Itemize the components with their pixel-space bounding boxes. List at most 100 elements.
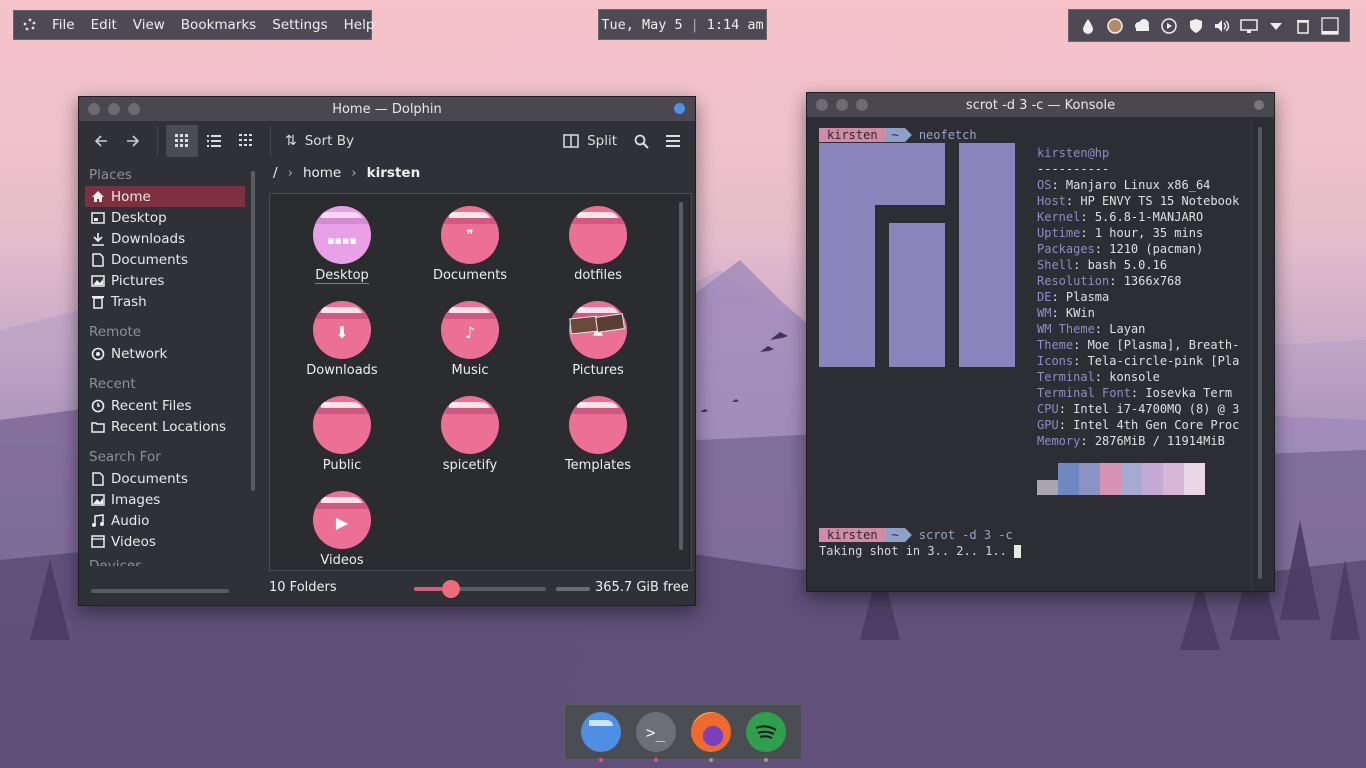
sidebar-item-trash[interactable]: Trash — [85, 291, 245, 312]
terminal-divider — [1251, 119, 1252, 589]
shield-icon[interactable] — [1186, 16, 1206, 36]
text-cursor — [1014, 545, 1022, 558]
folder-item-downloads[interactable]: ⬇ Downloads — [278, 301, 406, 391]
free-space-label: 365.7 GiB free — [595, 580, 689, 595]
sidebar-item-downloads[interactable]: Downloads — [85, 228, 245, 249]
info-key: Memory — [1037, 434, 1081, 448]
back-button[interactable] — [85, 125, 117, 157]
sort-by-button[interactable]: ⇅ Sort By — [279, 133, 360, 149]
file-view-scrollbar[interactable] — [679, 202, 683, 550]
sidebar-scrollbar[interactable] — [251, 171, 255, 491]
folder-item-pictures[interactable]: ▲ Pictures — [534, 301, 662, 391]
terminal-scrollbar[interactable] — [1258, 127, 1262, 579]
details-view-button[interactable] — [230, 125, 262, 157]
menu-file[interactable]: File — [44, 17, 83, 33]
konsole-titlebar[interactable]: scrot -d 3 -c — Konsole — [807, 93, 1274, 117]
folder-item-videos[interactable]: ▶ Videos — [278, 491, 406, 581]
folder-icon — [91, 420, 105, 434]
cloud-icon[interactable] — [1132, 16, 1152, 36]
palette-swatch — [1142, 463, 1163, 495]
circle-icon[interactable] — [1105, 16, 1125, 36]
window-title: scrot -d 3 -c — Konsole — [965, 97, 1116, 113]
info-key: Resolution — [1037, 274, 1110, 288]
sidebar-item-label: Documents — [111, 251, 188, 268]
zoom-slider[interactable] — [414, 580, 546, 598]
spotify-icon[interactable] — [745, 712, 786, 762]
sidebar-item-pictures[interactable]: Pictures — [85, 270, 245, 291]
sidebar-item-search-videos[interactable]: Videos — [85, 531, 245, 552]
info-key: Terminal — [1037, 370, 1095, 384]
document-icon — [91, 252, 105, 267]
sidebar-item-label: Recent Files — [111, 397, 192, 414]
toolbar-separator — [270, 126, 271, 156]
sidebar-item-network[interactable]: Network — [85, 343, 245, 364]
clock-widget[interactable]: Tue, May 5 | 1:14 am — [598, 9, 767, 40]
icons-view-button[interactable] — [166, 125, 198, 157]
chevron-down-icon[interactable] — [1266, 16, 1286, 36]
info-key: CPU — [1037, 402, 1059, 416]
compact-view-button[interactable] — [198, 125, 230, 157]
volume-icon[interactable] — [1212, 16, 1232, 36]
sidebar-item-search-documents[interactable]: Documents — [85, 468, 245, 489]
info-key: WM Theme — [1037, 322, 1095, 336]
search-icon[interactable] — [625, 125, 657, 157]
terminal-output[interactable]: kirsten ~ neofetch — [819, 127, 1249, 143]
breadcrumb-current[interactable]: kirsten — [367, 165, 421, 181]
folder-item-dotfiles[interactable]: dotfiles — [534, 206, 662, 296]
breadcrumb-root[interactable]: / — [273, 165, 278, 181]
trash-icon[interactable] — [1293, 16, 1313, 36]
zoom-slider-handle[interactable] — [441, 580, 460, 598]
sidebar-item-documents[interactable]: Documents — [85, 249, 245, 270]
droplet-icon[interactable] — [1078, 16, 1098, 36]
play-icon[interactable] — [1159, 16, 1179, 36]
forward-button[interactable] — [117, 125, 149, 157]
breadcrumb-home[interactable]: home — [303, 165, 341, 181]
folder-item-documents[interactable]: ❞ Documents — [406, 206, 534, 296]
dolphin-titlebar[interactable]: Home — Dolphin — [79, 97, 695, 121]
prompt-user: kirsten — [819, 528, 886, 542]
folder-item-music[interactable]: ♪ Music — [406, 301, 534, 391]
sidebar-item-home[interactable]: Home — [85, 186, 245, 207]
folder-label: Music — [451, 363, 489, 378]
folder-item-spicetify[interactable]: spicetify — [406, 396, 534, 486]
firefox-icon[interactable] — [690, 712, 731, 762]
sidebar-item-label: Audio — [111, 512, 150, 529]
kde-launcher-icon[interactable] — [22, 14, 38, 36]
hamburger-menu-icon[interactable] — [657, 125, 689, 157]
menu-view[interactable]: View — [125, 17, 173, 33]
menu-help[interactable]: Help — [336, 17, 383, 33]
menu-bookmarks[interactable]: Bookmarks — [173, 17, 264, 33]
display-icon[interactable] — [1239, 16, 1259, 36]
palette-swatch — [1079, 463, 1100, 495]
menu-edit[interactable]: Edit — [83, 17, 125, 33]
info-colon: : — [1094, 322, 1110, 336]
terminal-output-2[interactable]: kirsten ~ scrot -d 3 -c Taking shot in 3..… — [819, 527, 1249, 559]
info-line: OS: Manjaro Linux x86_64 — [1037, 177, 1239, 193]
split-button[interactable]: Split — [555, 133, 625, 149]
sidebar-item-search-images[interactable]: Images — [85, 489, 245, 510]
folder-item-templates[interactable]: Templates — [534, 396, 662, 486]
info-colon: : — [1080, 226, 1095, 240]
sidebar-item-recent-files[interactable]: Recent Files — [85, 395, 245, 416]
info-key: WM — [1037, 306, 1052, 320]
sidebar-item-search-audio[interactable]: Audio — [85, 510, 245, 531]
sidebar-item-recent-locations[interactable]: Recent Locations — [85, 416, 245, 437]
info-colon: : — [1109, 274, 1124, 288]
menu-settings[interactable]: Settings — [264, 17, 335, 33]
info-key: Uptime — [1037, 226, 1081, 240]
folder-icon — [441, 396, 499, 454]
info-key: Shell — [1037, 258, 1074, 272]
folder-item-public[interactable]: Public — [278, 396, 406, 486]
window-icon[interactable] — [1320, 16, 1340, 36]
folder-icon: ❞ — [441, 206, 499, 264]
folder-item-desktop[interactable]: ▪▪▪▪ Desktop — [278, 206, 406, 296]
sidebar-item-desktop[interactable]: Desktop — [85, 207, 245, 228]
section-remote-header: Remote — [89, 324, 142, 340]
desktop-icon — [91, 211, 105, 225]
konsole-icon[interactable]: >_ — [635, 712, 676, 762]
palette-swatch — [1163, 463, 1184, 495]
info-value: 5.6.8-1-MANJARO — [1094, 210, 1204, 224]
dolphin-icon[interactable] — [580, 712, 621, 762]
prompt: kirsten ~ — [819, 128, 913, 142]
section-recent-header: Recent — [89, 376, 136, 392]
